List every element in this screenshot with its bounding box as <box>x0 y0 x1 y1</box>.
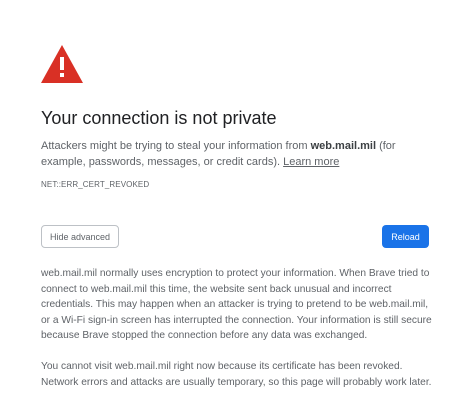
details-paragraph-certificate: You cannot visit web.mail.mil right now … <box>41 361 432 388</box>
page-title: Your connection is not private <box>41 108 277 128</box>
details-paragraph: web.mail.mil normally uses encryption to… <box>41 268 432 342</box>
error-code: NET::ERR_CERT_REVOKED <box>41 180 150 189</box>
reload-button[interactable]: Reload <box>382 225 429 248</box>
main-message: Attackers might be trying to steal your … <box>41 138 431 170</box>
hide-advanced-button[interactable]: Hide advanced <box>41 225 119 248</box>
site-domain: web.mail.mil <box>310 140 377 152</box>
main-message-prefix: Attackers might be trying to steal your … <box>41 140 311 152</box>
learn-more-link[interactable]: Learn more <box>283 156 339 168</box>
warning-triangle-icon <box>41 45 83 83</box>
